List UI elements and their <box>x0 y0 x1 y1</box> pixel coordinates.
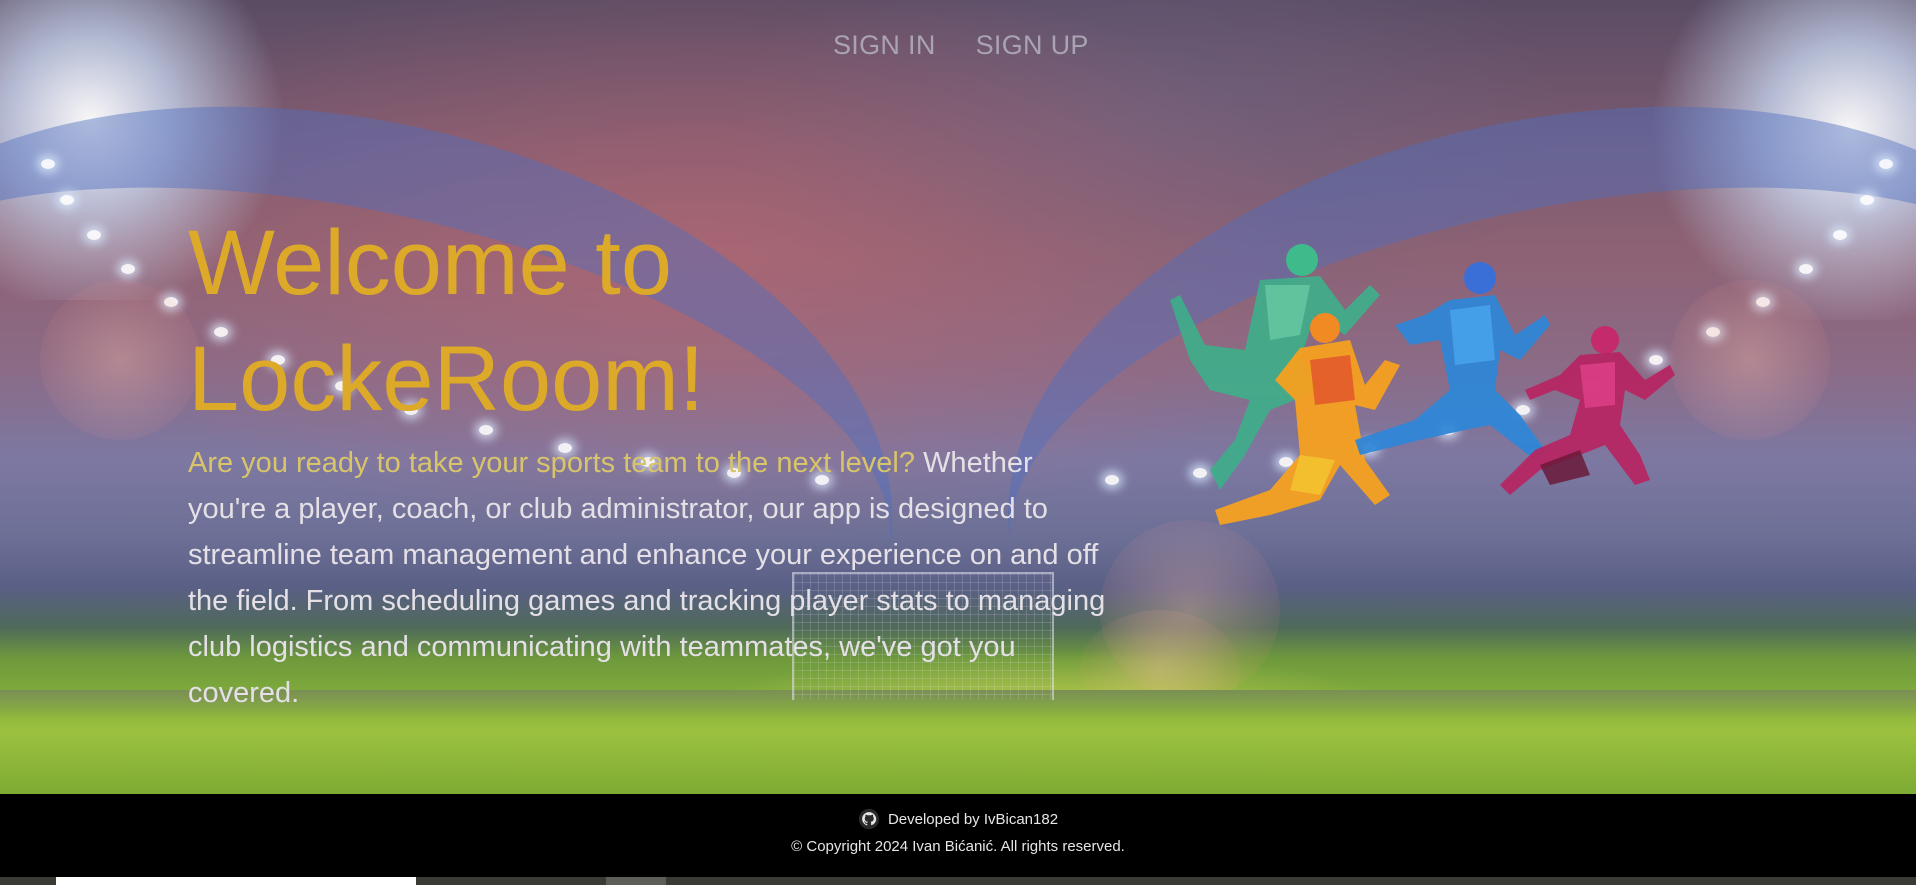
github-icon[interactable] <box>858 808 880 830</box>
headline-line-2: LockeRoom! <box>188 328 705 430</box>
bottom-strip <box>0 877 1916 885</box>
page-footer: Developed by IvBican182 © Copyright 2024… <box>0 794 1916 877</box>
orange-runner-figure <box>1215 313 1400 525</box>
strip-segment-white <box>56 877 416 885</box>
top-nav: SIGN IN SIGN UP <box>833 30 1089 61</box>
runners-illustration <box>1170 244 1675 525</box>
headline-line-1: Welcome to <box>188 212 673 314</box>
bokeh-light <box>40 280 200 440</box>
page-title: Welcome to LockeRoom! <box>188 205 888 437</box>
sign-in-link[interactable]: SIGN IN <box>833 30 936 61</box>
hero-description: Are you ready to take your sports team t… <box>188 440 1108 716</box>
developed-by-text: Developed by IvBican182 <box>887 810 1059 828</box>
sign-up-link[interactable]: SIGN UP <box>976 30 1089 61</box>
strip-segment-gray <box>606 877 666 885</box>
copyright-text: © Copyright 2024 Ivan Bićanić. All right… <box>791 838 1125 855</box>
hero-body-text: Whether you're a player, coach, or club … <box>188 447 1106 709</box>
hero-question: Are you ready to take your sports team t… <box>188 447 915 479</box>
bokeh-light <box>1670 280 1830 440</box>
developer-credit: Developed by IvBican182 <box>0 808 1916 830</box>
stadium-light-dot <box>1798 264 1813 275</box>
